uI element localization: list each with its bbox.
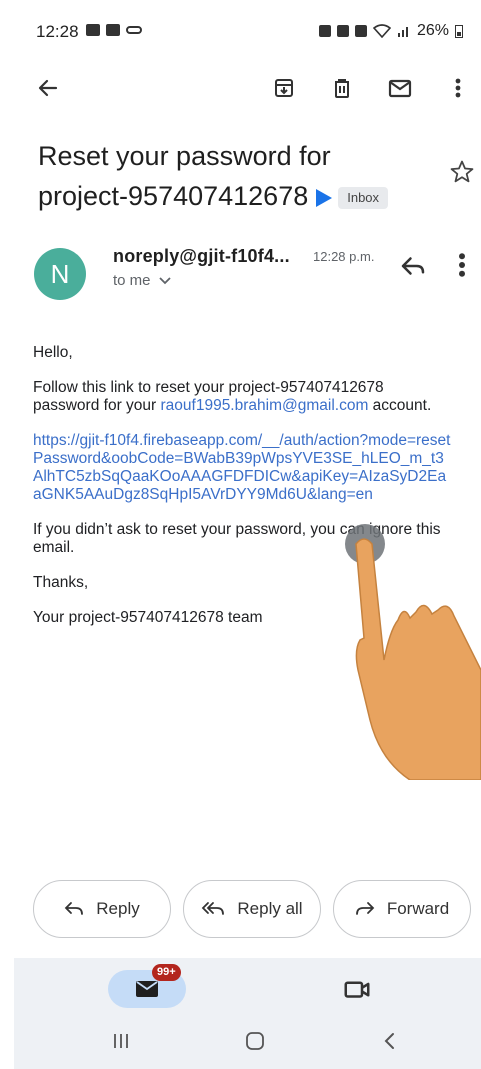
archive-icon[interactable] (266, 70, 302, 106)
subject-text: Reset your password for project-95740741… (38, 141, 331, 211)
reply-all-label: Reply all (237, 899, 303, 918)
system-navigation (14, 1020, 481, 1069)
recipient-toggle[interactable]: to me (113, 272, 171, 289)
reply-icon (64, 902, 84, 915)
wifi-icon (372, 24, 391, 38)
battery-icon (455, 24, 463, 38)
message-more-icon[interactable] (452, 250, 472, 280)
gallery-icon (86, 24, 100, 36)
mail-icon (136, 981, 158, 997)
voicemail-icon (126, 26, 142, 34)
system-back-icon[interactable] (369, 1026, 409, 1056)
intro-paragraph: Follow this link to reset your project-9… (33, 379, 453, 415)
greeting: Hello, (33, 344, 73, 361)
mark-unread-icon[interactable] (382, 70, 418, 106)
intro-tail: account. (368, 397, 432, 414)
chevron-down-icon (158, 276, 171, 284)
status-time: 12:28 (36, 22, 79, 41)
star-icon[interactable] (448, 158, 476, 186)
message-time: 12:28 p.m. (313, 249, 375, 264)
video-camera-icon[interactable] (342, 974, 372, 1004)
alarm-icon (336, 25, 349, 37)
forward-label: Forward (386, 899, 450, 918)
battery-percent: 26% (416, 22, 449, 39)
delete-icon[interactable] (324, 70, 360, 106)
reset-password-link[interactable]: https://gjit-f10f4.firebaseapp.com/__/au… (33, 432, 450, 503)
mute-icon (354, 25, 367, 37)
thanks: Thanks, (33, 574, 89, 591)
account-email-link[interactable]: raouf1995.brahim@gmail.com (161, 397, 369, 414)
email-subject: Reset your password for project-95740741… (38, 136, 428, 216)
more-vert-icon[interactable] (440, 70, 476, 106)
action-buttons: Reply Reply all Forward (33, 880, 473, 938)
back-arrow-icon[interactable] (30, 70, 66, 106)
reply-all-icon (202, 902, 225, 915)
recipient-label: to me (113, 272, 151, 289)
home-icon[interactable] (235, 1026, 275, 1056)
unread-count-badge: 99+ (152, 964, 181, 981)
reply-icon[interactable] (398, 251, 428, 281)
sender-avatar[interactable]: N (34, 248, 86, 300)
signature: Your project-957407412678 team (33, 609, 263, 626)
forward-icon (355, 902, 375, 915)
notification-icons (86, 24, 142, 36)
message-toolbar (0, 68, 481, 112)
importance-marker-icon (316, 188, 333, 207)
inbox-label[interactable]: Inbox (338, 186, 389, 209)
email-body: Hello, Follow this link to reset your pr… (33, 344, 453, 644)
reply-button[interactable]: Reply (33, 880, 171, 938)
reply-all-button[interactable]: Reply all (183, 880, 321, 938)
sender-name[interactable]: noreply@gjit-f10f4... (113, 246, 290, 267)
reply-label: Reply (96, 899, 140, 918)
subject-area: Reset your password for project-95740741… (38, 136, 428, 216)
status-bar: 12:28 26% (0, 0, 481, 62)
forward-button[interactable]: Forward (333, 880, 471, 938)
bottom-navigation: 99+ (14, 958, 481, 1069)
ignore-note: If you didn’t ask to reset your password… (33, 521, 441, 556)
status-right: 26% (318, 22, 463, 40)
lock-icon (318, 25, 331, 37)
recent-apps-icon[interactable] (101, 1026, 141, 1056)
message-icon (106, 24, 120, 36)
signal-icon (397, 27, 408, 37)
